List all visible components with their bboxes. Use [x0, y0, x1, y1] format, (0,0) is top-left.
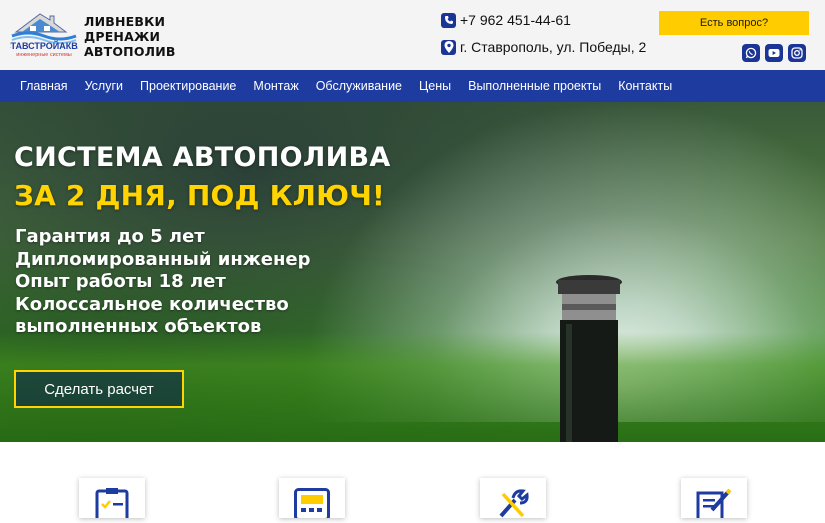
nav-item-services[interactable]: Услуги — [85, 79, 123, 93]
location-pin-icon — [441, 39, 456, 55]
brand-tagline: ЛИВНЕВКИ ДРЕНАЖИ АВТОПОЛИВ — [84, 14, 176, 59]
address-contact: г. Ставрополь, ул. Победы, 2 — [441, 39, 646, 55]
feature-item: выполненных объектов — [15, 316, 262, 337]
address-text: г. Ставрополь, ул. Победы, 2 — [460, 39, 647, 55]
tagline-line-2: ДРЕНАЖИ — [84, 29, 161, 44]
tagline-line-3: АВТОПОЛИВ — [84, 44, 176, 59]
tools-icon — [495, 488, 531, 518]
feature-item: Колоссальное количество — [15, 293, 289, 315]
sprinkler-image — [556, 274, 622, 442]
feature-item: Опыт работы 18 лет — [15, 271, 226, 292]
feature-item: Дипломированный инженер — [15, 248, 311, 270]
phone-icon — [441, 12, 456, 28]
hero-subtitle: ЗА 2 ДНЯ, ПОД КЛЮЧ! — [14, 179, 385, 212]
feature-item: Гарантия до 5 лет — [15, 226, 205, 247]
whatsapp-icon[interactable] — [742, 44, 760, 62]
main-navigation: Главная Услуги Проектирование Монтаж Обс… — [0, 70, 825, 102]
company-logo[interactable]: СТАВСТРОЙАКВА инженерные системы — [4, 10, 84, 60]
nav-item-contacts[interactable]: Контакты — [618, 79, 672, 93]
hero-title: СИСТЕМА АВТОПОЛИВА — [14, 142, 391, 173]
service-card-4[interactable] — [681, 478, 747, 523]
nav-item-prices[interactable]: Цены — [419, 79, 451, 93]
service-card-2[interactable] — [279, 478, 345, 521]
calculator-icon — [294, 488, 330, 521]
checklist-icon — [94, 488, 130, 523]
hero-features: Гарантия до 5 лет Дипломированный инжене… — [15, 226, 310, 339]
svg-text:СТАВСТРОЙАКВА: СТАВСТРОЙАКВА — [10, 40, 78, 51]
youtube-icon[interactable] — [765, 44, 783, 62]
calculate-button[interactable]: Сделать расчет — [14, 370, 184, 408]
svg-text:инженерные системы: инженерные системы — [16, 52, 71, 58]
document-edit-icon — [696, 488, 732, 523]
nav-item-projects[interactable]: Выполненные проекты — [468, 79, 601, 93]
instagram-icon[interactable] — [788, 44, 806, 62]
nav-item-home[interactable]: Главная — [20, 79, 68, 93]
phone-number[interactable]: +7 962 451-44-61 — [460, 12, 571, 28]
nav-item-installation[interactable]: Монтаж — [253, 79, 298, 93]
ask-question-button[interactable]: Есть вопрос? — [659, 11, 809, 35]
hero-banner: СИСТЕМА АВТОПОЛИВА ЗА 2 ДНЯ, ПОД КЛЮЧ! Г… — [0, 102, 825, 442]
nav-item-design[interactable]: Проектирование — [140, 79, 236, 93]
site-header: СТАВСТРОЙАКВА инженерные системы ЛИВНЕВК… — [0, 0, 825, 70]
nav-item-maintenance[interactable]: Обслуживание — [316, 79, 402, 93]
phone-contact[interactable]: +7 962 451-44-61 — [441, 12, 571, 28]
service-card-3[interactable] — [480, 478, 546, 518]
service-card-1[interactable] — [79, 478, 145, 523]
tagline-line-1: ЛИВНЕВКИ — [84, 14, 166, 29]
